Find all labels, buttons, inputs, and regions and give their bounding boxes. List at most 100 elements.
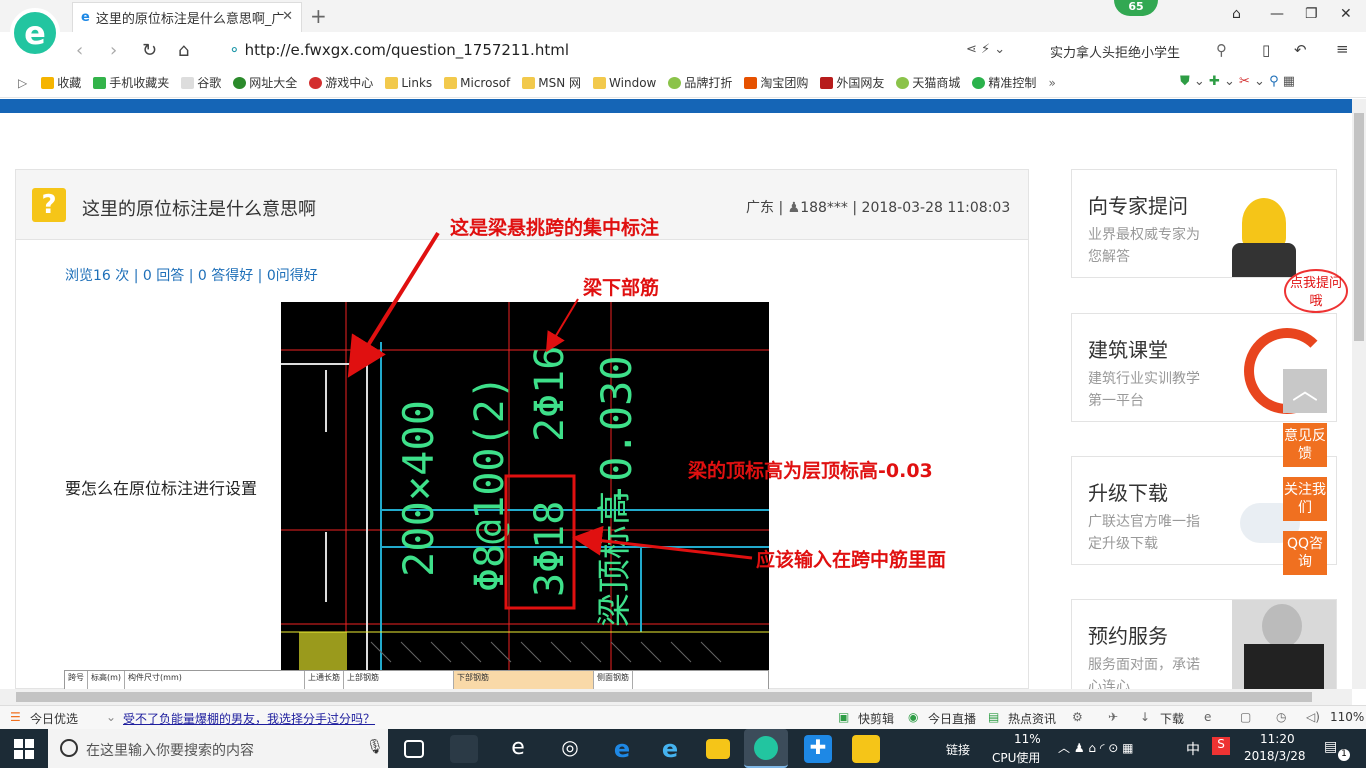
download-icon: ↓ — [1140, 710, 1151, 724]
clock-icon[interactable]: ◷ — [1276, 710, 1286, 724]
star-icon — [41, 76, 55, 89]
ie-mode-icon[interactable]: e — [1204, 710, 1211, 724]
mascot-bubble[interactable]: 点我提问哦 — [1284, 269, 1348, 313]
mobile-icon[interactable]: ▯ — [1262, 41, 1270, 59]
fav-item[interactable]: 天猫商城 — [896, 74, 960, 91]
card-title: 升级下载 — [1088, 481, 1168, 505]
pin-icon[interactable]: ✈ — [1108, 710, 1118, 724]
fav-item[interactable]: 网址大全 — [233, 74, 297, 91]
follow-button[interactable]: 关注我们 — [1283, 477, 1327, 521]
fav-item[interactable]: Links — [385, 76, 432, 90]
flame-icon: ☰ — [10, 710, 21, 724]
fav-item[interactable]: 收藏 — [41, 74, 81, 91]
menu-icon[interactable]: ≡ — [1336, 40, 1349, 58]
back-icon[interactable]: ‹ — [76, 40, 83, 61]
sogou-icon[interactable]: S — [1212, 737, 1230, 755]
taobao-icon — [744, 76, 758, 89]
back-to-top-button[interactable]: ︿ — [1283, 369, 1327, 413]
news-link[interactable]: 受不了负能量爆棚的男友，我选择分手过分吗？ — [123, 710, 375, 727]
file-explorer-icon[interactable] — [706, 739, 730, 759]
site-icon: ⚬ — [228, 41, 241, 59]
undo-icon[interactable]: ↶ — [1294, 41, 1307, 59]
more-favorites-icon[interactable]: » — [1048, 76, 1055, 90]
fav-item[interactable]: MSN 网 — [522, 74, 581, 91]
site-header-bar — [0, 99, 1352, 113]
browser-tab[interactable]: e 这里的原位标注是什么意思啊_广 ✕ — [72, 2, 302, 32]
notification-count: 1 — [1338, 749, 1350, 761]
horizontal-scrollbar[interactable] — [0, 689, 1352, 705]
leaf-icon — [668, 76, 682, 89]
restore-icon[interactable]: ❐ — [1305, 6, 1318, 22]
home-icon[interactable]: ⌂ — [178, 40, 189, 61]
live-link[interactable]: 今日直播 — [928, 710, 976, 727]
toolbar-extensions[interactable]: ⛊ ⌄ ✚ ⌄ ✂ ⌄ ⚲ ▦ — [1180, 74, 1295, 89]
fav-item[interactable]: 品牌打折 — [668, 74, 732, 91]
hot-search-input[interactable]: 实力拿人头拒绝小学生 — [1050, 42, 1180, 61]
skin-icon[interactable]: ⌂ — [1232, 6, 1241, 22]
fav-item[interactable]: 游戏中心 — [309, 74, 373, 91]
speed-icon[interactable]: ⚙ — [1072, 710, 1083, 724]
volume-icon[interactable]: ◁) — [1306, 710, 1320, 724]
share-icon[interactable]: ⋖ ⚡ ⌄ — [966, 42, 1005, 57]
scroll-thumb[interactable] — [1354, 113, 1364, 341]
action-center-icon[interactable]: ▤ — [1324, 739, 1337, 755]
card-title: 向专家提问 — [1088, 194, 1188, 218]
game-icon — [309, 76, 323, 89]
fav-item[interactable]: Microsof — [444, 76, 510, 90]
ie-icon[interactable]: e — [656, 735, 684, 763]
download-link[interactable]: 下载 — [1160, 710, 1184, 727]
edge-icon[interactable]: e — [504, 735, 532, 763]
qq-consult-button[interactable]: QQ咨询 — [1283, 531, 1327, 575]
browser-swirl-icon[interactable]: ◎ — [556, 735, 584, 763]
fav-item[interactable]: 手机收藏夹 — [93, 74, 169, 91]
clock-time[interactable]: 11:20 — [1260, 732, 1295, 746]
fav-item[interactable]: 外国网友 — [820, 74, 884, 91]
card-subtitle: 广联达官方唯一指定升级下载 — [1088, 514, 1200, 552]
browser-logo-icon[interactable]: e — [10, 8, 60, 58]
folder-icon — [385, 76, 399, 89]
fav-item[interactable]: 淘宝团购 — [744, 74, 808, 91]
fav-item[interactable]: 精准控制 — [972, 74, 1036, 91]
folder-icon — [593, 76, 607, 89]
taskbar-search[interactable]: 在这里输入你要搜索的内容 🎙 — [48, 729, 388, 768]
fav-item[interactable]: Window — [593, 76, 656, 90]
refresh-icon[interactable]: ↻ — [142, 40, 157, 61]
scroll-thumb[interactable] — [16, 692, 1312, 702]
close-tab-icon[interactable]: ✕ — [282, 9, 293, 24]
minimize-icon[interactable]: — — [1270, 6, 1284, 22]
windows-start-icon[interactable] — [14, 739, 34, 759]
notification-badge[interactable]: 65 — [1114, 0, 1158, 16]
quick-edit[interactable]: 快剪辑 — [858, 710, 894, 727]
tray-icons[interactable]: ︿ ♟ ⌂ ◜ ⊙ ▦ — [1058, 739, 1134, 756]
card-title: 预约服务 — [1088, 624, 1168, 648]
card-subtitle: 服务面对面，承诺心连心 — [1088, 657, 1200, 689]
feedback-button[interactable]: 意见反馈 — [1283, 423, 1327, 467]
browser-taskbar-active[interactable] — [744, 729, 788, 768]
fav-item[interactable]: 谷歌 — [181, 74, 221, 91]
link-label[interactable]: 链接 — [946, 741, 970, 758]
url-field[interactable]: ⚬ http://e.fwxgx.com/question_1757211.htm… — [228, 41, 569, 59]
clock-date[interactable]: 2018/3/28 — [1244, 749, 1306, 763]
zoom-level[interactable]: 110% — [1330, 710, 1364, 724]
task-view-icon[interactable] — [404, 740, 424, 758]
edge-blue-icon[interactable]: e — [608, 735, 636, 763]
sidebar-toggle-icon[interactable]: ▷ — [18, 76, 27, 90]
app-plus-icon[interactable]: ✚ — [804, 735, 832, 763]
vertical-scrollbar[interactable] — [1352, 99, 1366, 689]
card-ask-expert[interactable]: 向专家提问 业界最权威专家为您解答 — [1071, 169, 1337, 278]
globe-icon — [233, 76, 247, 89]
card-booking[interactable]: 预约服务 服务面对面，承诺心连心 — [1071, 599, 1337, 689]
ime-indicator[interactable]: 中 — [1186, 739, 1200, 759]
browser-titlebar: e 这里的原位标注是什么意思啊_广 ✕ + 65 ⌂ — ❐ ✕ — [0, 0, 1366, 32]
new-tab-icon[interactable]: + — [310, 4, 327, 28]
today-picks[interactable]: 今日优选 — [30, 710, 78, 727]
search-icon[interactable]: ⚲ — [1216, 41, 1227, 59]
app-pinwheel-icon[interactable] — [450, 735, 478, 763]
businessman-image — [1232, 600, 1336, 689]
forward-icon[interactable]: › — [110, 40, 117, 61]
notepad-icon[interactable] — [852, 735, 880, 763]
close-icon[interactable]: ✕ — [1340, 6, 1352, 22]
hot-news[interactable]: 热点资讯 — [1008, 710, 1056, 727]
window-icon[interactable]: ▢ — [1240, 710, 1251, 724]
mic-icon[interactable]: 🎙 — [366, 739, 384, 755]
